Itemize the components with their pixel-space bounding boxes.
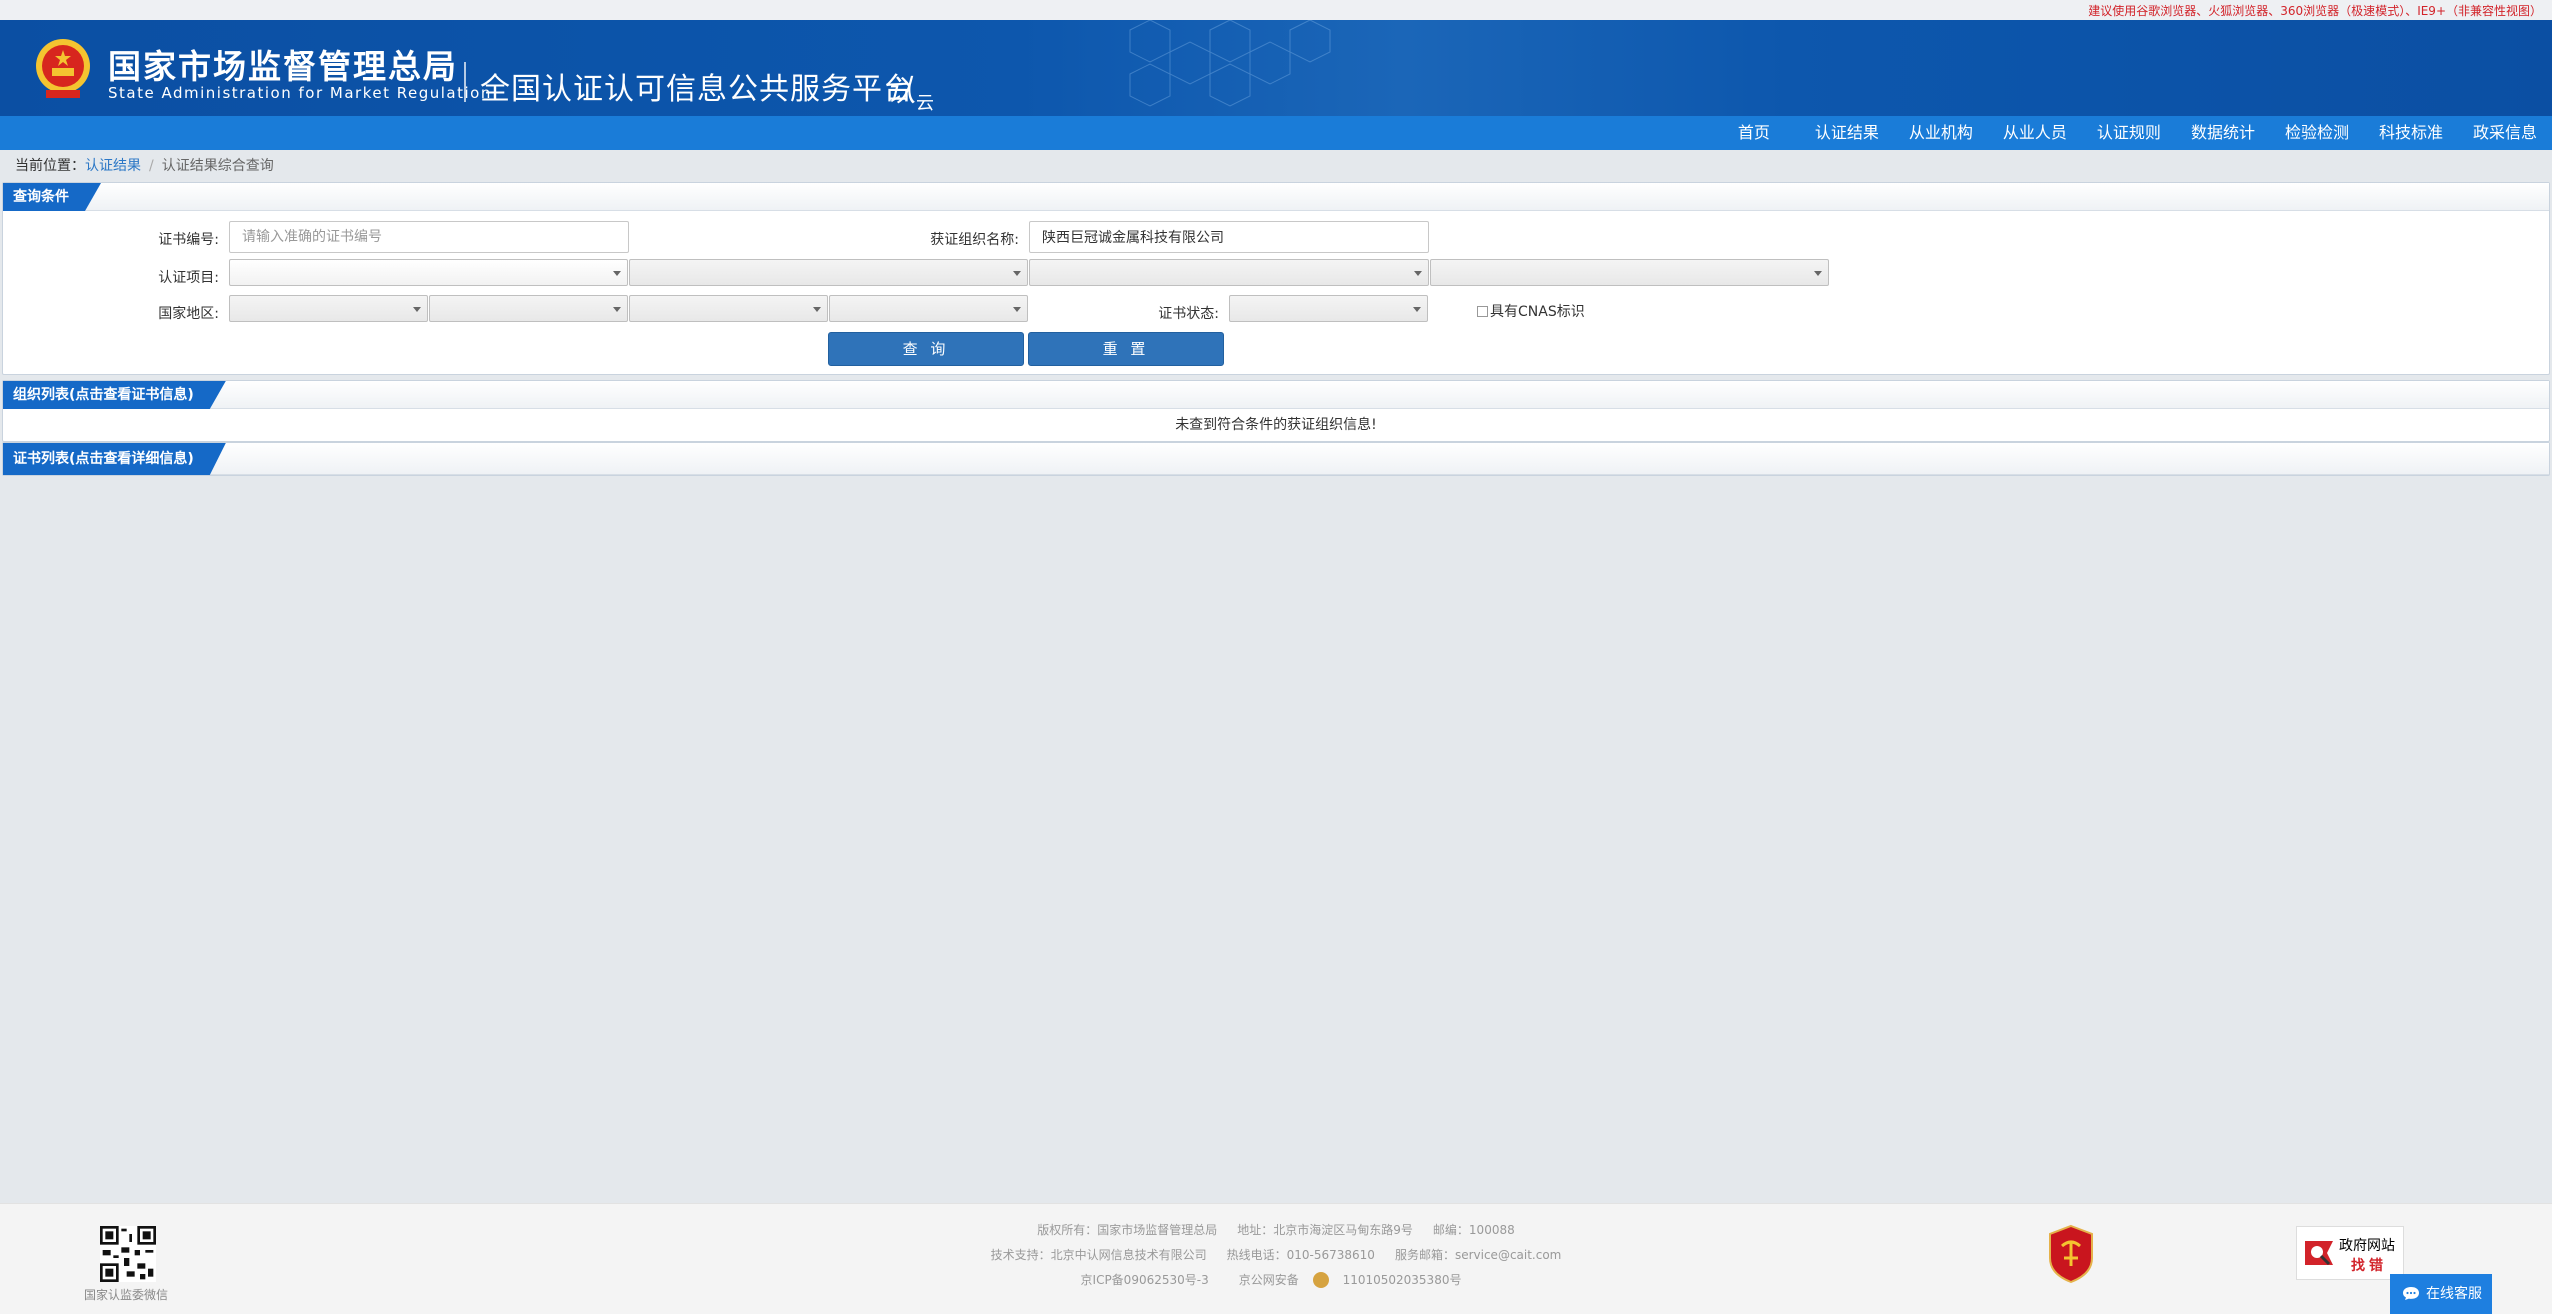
region-select-country[interactable] (229, 295, 428, 322)
cloud-logo: 认云 (886, 66, 934, 115)
cert-project-select-4[interactable] (1430, 259, 1829, 286)
org-list-empty-message: 未查到符合条件的获证组织信息! (1175, 417, 1377, 433)
top-tip-bar: 建议使用谷歌浏览器、火狐浏览器、360浏览器（极速模式）、IE9+（非兼容性视图… (0, 0, 2552, 20)
chevron-down-icon (1013, 307, 1021, 312)
nav-inspection[interactable]: 检验检测 (2270, 116, 2364, 150)
browser-tip: 建议使用谷歌浏览器、火狐浏览器、360浏览器（极速模式）、IE9+（非兼容性视图… (2088, 4, 2542, 18)
cert-project-select-3[interactable] (1029, 259, 1429, 286)
breadcrumb-prefix: 当前位置： (15, 158, 85, 174)
breadcrumb-link-cert-results[interactable]: 认证结果 (85, 158, 141, 174)
national-emblem-icon (36, 39, 90, 98)
cloud-logo-main: 认 (886, 74, 916, 109)
online-service-button[interactable]: 在线客服 (2390, 1274, 2492, 1314)
org-name-input[interactable] (1029, 221, 1429, 253)
chat-bubble-icon (2403, 1287, 2419, 1300)
chevron-down-icon (813, 307, 821, 312)
reset-button[interactable]: 重 置 (1028, 332, 1224, 366)
police-badge-icon (1312, 1272, 1329, 1288)
brand-title-en: State Administration for Market Regulati… (108, 84, 492, 102)
gov-err-subtitle: 找错 (2351, 1258, 2387, 1274)
region-label: 国家地区: (158, 306, 219, 322)
header-divider (464, 62, 466, 102)
chevron-down-icon (413, 307, 421, 312)
online-service-label: 在线客服 (2426, 1286, 2482, 1302)
nav-cert-results[interactable]: 认证结果 (1800, 116, 1894, 150)
cnas-checkbox-label: 具有CNAS标识 (1490, 304, 1585, 320)
party-organ-badge-icon[interactable] (2046, 1224, 2096, 1284)
region-select-province[interactable] (429, 295, 628, 322)
cert-no-input[interactable] (229, 221, 629, 253)
cloud-logo-sub: 云 (916, 93, 934, 114)
cert-list-panel: 证书列表(点击查看详细信息) (2, 442, 2550, 476)
cnas-checkbox[interactable] (1477, 305, 1488, 317)
footer-postcode: 邮编：100088 (1432, 1223, 1515, 1237)
breadcrumb: 当前位置：认证结果 / 认证结果综合查询 (0, 150, 2552, 182)
chevron-down-icon (613, 307, 621, 312)
cert-list-header: 证书列表(点击查看详细信息) (3, 443, 2549, 475)
nav-cert-rules[interactable]: 认证规则 (2082, 116, 2176, 150)
footer: 国家认监委微信 版权所有：国家市场监督管理总局 地址：北京市海淀区马甸东路9号 邮编… (0, 1203, 2552, 1314)
nav-procurement[interactable]: 政采信息 (2458, 116, 2552, 150)
chevron-down-icon (1414, 271, 1422, 276)
cert-status-label: 证书状态: (1158, 306, 1219, 322)
cert-no-label: 证书编号: (158, 232, 219, 248)
breadcrumb-current: 认证结果综合查询 (161, 158, 274, 174)
query-panel-header: 查询条件 (3, 183, 2549, 211)
nav-home[interactable]: 首页 (1723, 116, 1800, 150)
nav-tech-standards[interactable]: 科技标准 (2364, 116, 2458, 150)
org-list-title: 组织列表(点击查看证书信息) (3, 381, 226, 409)
footer-hotline: 热线电话：010-56738610 (1226, 1248, 1375, 1262)
main-nav: 首页 认证结果 从业机构 从业人员 认证规则 数据统计 检验检测 科技标准 政采… (0, 116, 2552, 150)
cnas-checkbox-wrap[interactable]: 具有CNAS标识 (1477, 301, 1585, 321)
cert-project-select-1[interactable] (229, 259, 628, 286)
query-panel: 查询条件 证书编号: 获证组织名称: 认证项目: 国家地区: 证书状态: 具有C… (2, 182, 2550, 375)
nav-institutions[interactable]: 从业机构 (1894, 116, 1988, 150)
cert-list-title: 证书列表(点击查看详细信息) (3, 443, 226, 475)
search-button[interactable]: 查 询 (828, 332, 1024, 366)
nav-items: 首页 认证结果 从业机构 从业人员 认证规则 数据统计 检验检测 科技标准 政采… (1723, 116, 2552, 150)
org-list-panel: 组织列表(点击查看证书信息) 未查到符合条件的获证组织信息! (2, 380, 2550, 442)
gov-err-title: 政府网站 (2339, 1238, 2395, 1254)
chevron-down-icon (1013, 271, 1021, 276)
footer-line-3: 京ICP备09062530号-3 京公网安备 11010502035380号 (0, 1268, 2552, 1293)
breadcrumb-separator: / (149, 158, 154, 174)
nav-statistics[interactable]: 数据统计 (2176, 116, 2270, 150)
cert-project-select-2[interactable] (629, 259, 1028, 286)
cert-status-select[interactable] (1229, 295, 1428, 322)
footer-icp-link[interactable]: 京ICP备09062530号-3 (1081, 1273, 1209, 1287)
footer-tech-support: 技术支持：北京中认网信息技术有限公司 (990, 1248, 1207, 1262)
platform-title: 全国认证认可信息公共服务平台 (480, 72, 914, 107)
footer-line-1: 版权所有：国家市场监督管理总局 地址：北京市海淀区马甸东路9号 邮编：100088 (0, 1218, 2552, 1243)
chevron-down-icon (613, 271, 621, 276)
footer-police-record[interactable]: 京公网安备 11010502035380号 (1229, 1272, 1472, 1288)
footer-copyright: 版权所有：国家市场监督管理总局 (1037, 1223, 1218, 1237)
gov-site-error-report[interactable]: 政府网站 找错 (2296, 1226, 2404, 1280)
magnifier-icon (2305, 1241, 2333, 1266)
footer-police-label: 京公网安备 (1238, 1273, 1299, 1287)
org-list-header: 组织列表(点击查看证书信息) (3, 381, 2549, 409)
nav-personnel[interactable]: 从业人员 (1988, 116, 2082, 150)
brand-title-cn: 国家市场监督管理总局 (108, 47, 458, 86)
site-header: 国家市场监督管理总局 State Administration for Mark… (0, 20, 2552, 116)
footer-address: 地址：北京市海淀区马甸东路9号 (1237, 1223, 1413, 1237)
query-form: 证书编号: 获证组织名称: 认证项目: 国家地区: 证书状态: 具有CNAS标识… (3, 211, 2549, 374)
region-select-district[interactable] (829, 295, 1028, 322)
footer-email: 服务邮箱：service@cait.com (1394, 1248, 1562, 1262)
footer-police-number: 11010502035380号 (1342, 1273, 1462, 1287)
cert-project-label: 认证项目: (158, 270, 219, 286)
chevron-down-icon (1814, 271, 1822, 276)
hexagon-pattern-decoration (1129, 20, 1331, 107)
query-panel-title: 查询条件 (3, 183, 101, 211)
footer-info: 版权所有：国家市场监督管理总局 地址：北京市海淀区马甸东路9号 邮编：100088 … (0, 1218, 2552, 1293)
footer-line-2: 技术支持：北京中认网信息技术有限公司 热线电话：010-56738610 服务邮箱：… (0, 1243, 2552, 1268)
org-name-label: 获证组织名称: (930, 232, 1019, 248)
region-select-city[interactable] (629, 295, 828, 322)
chevron-down-icon (1413, 307, 1421, 312)
